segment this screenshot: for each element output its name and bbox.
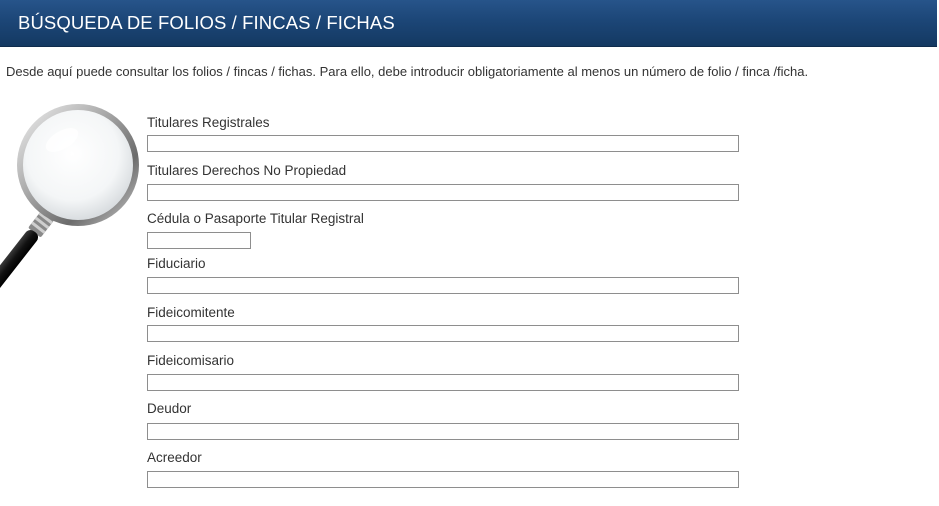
label-fideicomisario: Fideicomisario xyxy=(147,353,235,368)
label-fideicomitente: Fideicomitente xyxy=(147,305,235,320)
intro-text: Desde aquí puede consultar los folios / … xyxy=(6,64,809,79)
label-deudor: Deudor xyxy=(147,401,192,416)
titulares-derechos-input[interactable] xyxy=(147,184,739,201)
fiduciario-input[interactable] xyxy=(147,277,739,294)
deudor-input[interactable] xyxy=(147,423,739,440)
fideicomisario-input[interactable] xyxy=(147,374,739,391)
label-cedula-pasaporte: Cédula o Pasaporte Titular Registral xyxy=(147,211,364,226)
titulares-registrales-input[interactable] xyxy=(147,135,739,152)
magnifying-glass-icon xyxy=(0,100,145,305)
page-title: BÚSQUEDA DE FOLIOS / FINCAS / FICHAS xyxy=(18,12,395,33)
fideicomitente-input[interactable] xyxy=(147,325,739,342)
label-fiduciario: Fiduciario xyxy=(147,256,206,271)
label-titulares-derechos-no-propiedad: Titulares Derechos No Propiedad xyxy=(147,163,347,178)
page-header: BÚSQUEDA DE FOLIOS / FINCAS / FICHAS xyxy=(0,0,937,47)
label-acreedor: Acreedor xyxy=(147,450,202,465)
label-titulares-registrales: Titulares Registrales xyxy=(147,115,270,130)
acreedor-input[interactable] xyxy=(147,471,739,488)
cedula-pasaporte-input[interactable] xyxy=(147,232,251,249)
